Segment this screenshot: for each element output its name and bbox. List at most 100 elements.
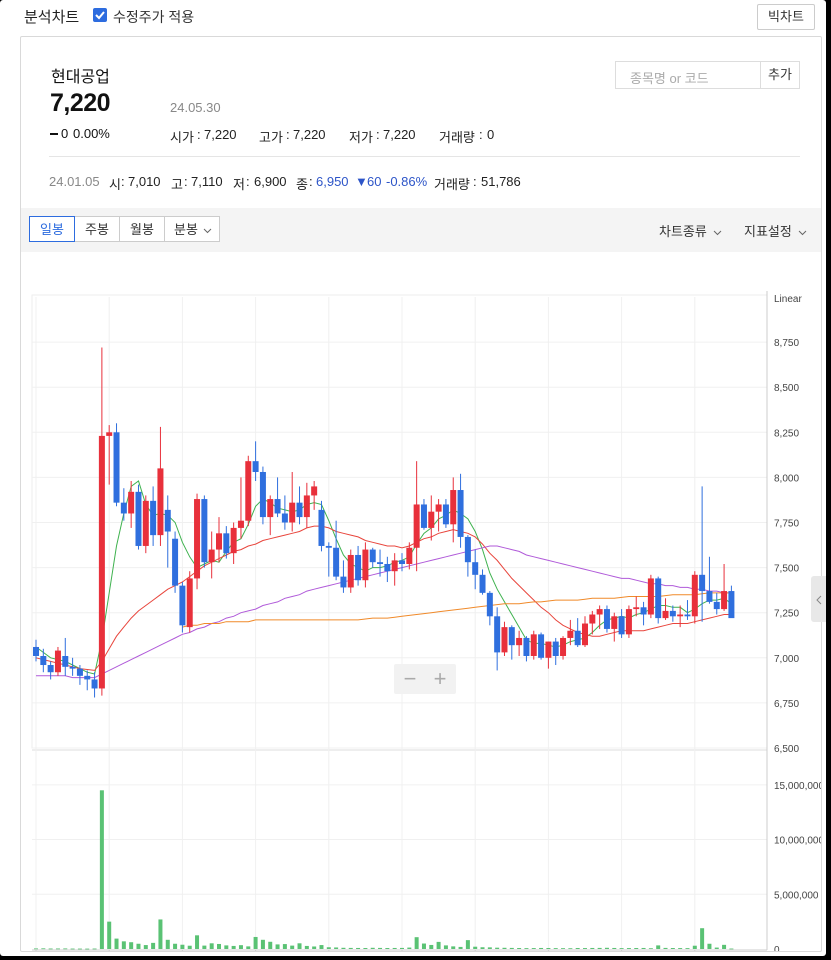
top-bar: 분석차트 수정주가 적용 빅차트 — [0, 0, 826, 34]
volume-bar — [238, 945, 243, 949]
open-value: 7,220 — [204, 127, 237, 142]
price-tick-label: 7,750 — [774, 519, 799, 530]
tab-daily[interactable]: 일봉 — [29, 216, 75, 242]
candle — [647, 574, 654, 619]
candle-body — [113, 432, 120, 503]
colon: : — [309, 174, 313, 189]
volume-bar — [634, 948, 639, 949]
volume-bar — [85, 948, 90, 950]
volume-bar — [473, 946, 478, 949]
candle — [435, 499, 442, 532]
candle-body — [420, 504, 427, 528]
candle — [245, 455, 252, 527]
volume-bar — [663, 947, 668, 949]
candle-body — [33, 646, 39, 656]
hover-low: 6,900 — [254, 174, 287, 189]
volume-bar — [443, 945, 448, 949]
big-chart-button[interactable]: 빅차트 — [757, 4, 815, 30]
volume-bar — [180, 944, 185, 949]
candle-body — [120, 502, 127, 514]
volume-bar — [429, 944, 434, 949]
candle-body — [267, 499, 274, 518]
candle-body — [54, 650, 61, 673]
candle — [325, 542, 332, 577]
chart-type-menu[interactable]: 차트종류 — [659, 221, 722, 240]
candle-body — [406, 547, 413, 564]
volume-bar — [531, 948, 536, 949]
candle — [699, 486, 706, 622]
price-tick-label: 7,000 — [774, 654, 799, 665]
candle — [721, 563, 728, 611]
volume-bar — [268, 941, 273, 949]
candle — [150, 486, 157, 546]
candle — [106, 425, 113, 485]
candle — [91, 672, 98, 698]
zoom-out-button[interactable]: − — [395, 665, 425, 693]
indicator-menu[interactable]: 지표설정 — [744, 221, 807, 240]
stock-search-input[interactable]: 종목명 or 코드 — [615, 61, 761, 89]
volume-bar — [304, 945, 309, 949]
volume-bar — [436, 941, 441, 949]
candle — [538, 632, 545, 660]
candle-body — [208, 549, 215, 563]
candle — [47, 661, 54, 680]
axes: Linear 8,750 8,500 8,250 8,000 7,750 7,500 7,25… — [32, 291, 821, 951]
candle — [552, 637, 559, 666]
colon: : — [473, 174, 477, 189]
hover-change-pct: -0.86% — [386, 174, 428, 189]
volume-bar — [195, 935, 200, 949]
candle — [340, 560, 347, 593]
volume-value: 0 — [487, 127, 495, 142]
tab-minute[interactable]: 분봉 — [164, 216, 220, 242]
volume-bar — [524, 948, 529, 949]
candle-body — [655, 578, 662, 619]
indicator-label: 지표설정 — [744, 224, 792, 239]
chart-type-label: 차트종류 — [659, 224, 707, 239]
candle — [179, 582, 186, 633]
ma-line-ma20 — [35, 525, 732, 671]
adjusted-price-checkbox[interactable] — [93, 8, 107, 22]
candle-body — [377, 562, 384, 564]
volume-bar — [253, 936, 258, 949]
candle — [216, 517, 222, 563]
zoom-controls: − + — [394, 664, 456, 694]
volume-bar — [714, 947, 719, 949]
adjusted-price-label[interactable]: 수정주가 적용 — [113, 7, 194, 27]
zoom-in-button[interactable]: + — [425, 665, 455, 693]
tab-weekly[interactable]: 주봉 — [74, 216, 120, 242]
volume-bar — [641, 947, 646, 949]
volume-bar — [202, 945, 207, 949]
volume-bar — [260, 939, 265, 949]
candle — [113, 423, 120, 507]
candle-body — [179, 585, 186, 626]
price-tick-label: 8,500 — [774, 383, 799, 394]
candle — [530, 630, 537, 660]
hover-open: 7,010 — [128, 174, 161, 189]
period-tabs-bar: 일봉 주봉 월봉 분봉 차트종류 지표설정 — [21, 208, 821, 252]
volume-bar — [246, 946, 251, 949]
volume-bar — [356, 947, 361, 949]
candle-body — [333, 547, 340, 577]
side-panel-toggle[interactable] — [811, 576, 826, 622]
candle — [333, 520, 340, 581]
volume-tick-label: 5,000,000 — [774, 890, 819, 901]
volume-bar — [217, 943, 221, 949]
tab-monthly[interactable]: 월봉 — [119, 216, 165, 242]
candle-body — [611, 616, 618, 629]
candle — [560, 636, 567, 660]
volume-bar — [363, 948, 368, 949]
candle-body — [303, 495, 310, 518]
chart-panel: 현대공업 7,220 0 0.00% 24.05.30 시가 : 7,220 고… — [20, 36, 822, 952]
candle-body — [603, 609, 610, 629]
price-tick-label: 7,250 — [774, 609, 799, 620]
candle-body — [186, 578, 193, 628]
candle-body — [596, 609, 603, 615]
volume-bar — [129, 942, 134, 949]
candle — [274, 477, 281, 518]
add-button[interactable]: 추가 — [760, 61, 800, 89]
stock-chart[interactable]: Linear 8,750 8,500 8,250 8,000 7,750 7,500 7,25… — [21, 252, 821, 951]
candle-body — [589, 614, 596, 624]
volume-bar — [282, 944, 287, 949]
candle-body — [362, 549, 369, 581]
chevron-down-icon — [203, 228, 212, 234]
